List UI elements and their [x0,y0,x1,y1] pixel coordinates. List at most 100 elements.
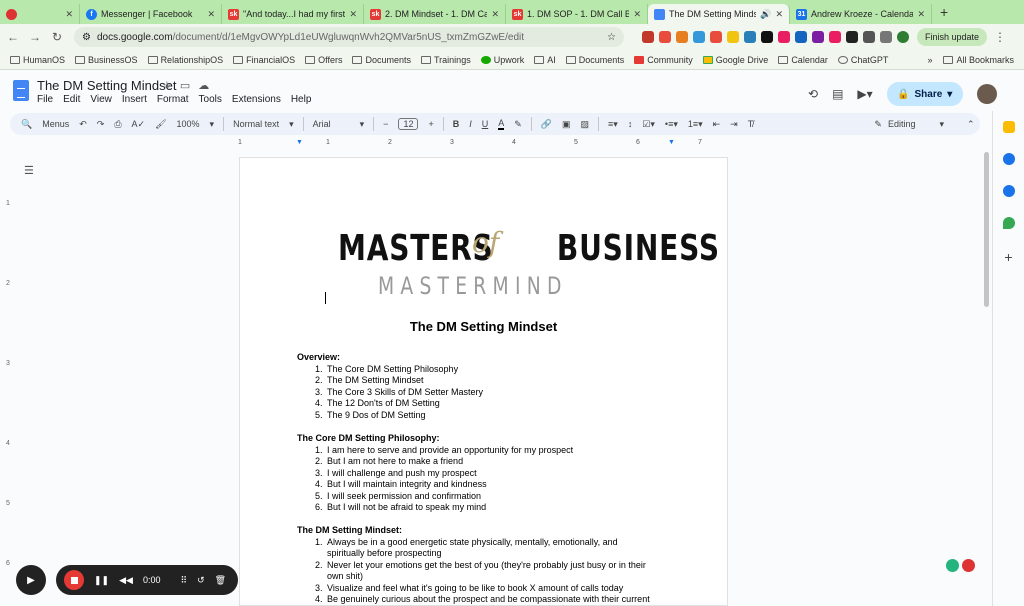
back-icon[interactable]: ← [4,30,22,44]
numbered-list-icon[interactable]: 1≡▾ [688,119,703,130]
tab-0[interactable]: ✕ [0,4,80,24]
extension-icon[interactable] [676,31,688,43]
extension-icon[interactable] [693,31,705,43]
grid-icon[interactable]: ⠿ [180,575,187,586]
keep-icon[interactable] [1002,121,1015,133]
close-icon[interactable]: ✕ [491,9,499,20]
avatar[interactable] [976,84,997,104]
redo-icon[interactable]: ↷ [97,119,105,130]
spellcheck-icon[interactable]: A✓ [132,119,146,130]
bookmark-item[interactable]: FinancialOS [233,55,295,65]
extension-badge-icon[interactable] [962,559,975,572]
close-icon[interactable]: ✕ [349,9,357,20]
extension-icon[interactable] [761,31,773,43]
paint-format-icon[interactable]: 🖌 [155,119,166,130]
star-icon[interactable]: ☆ [162,79,172,92]
bookmark-item[interactable]: RelationshipOS [147,55,223,65]
indent-marker-icon[interactable]: ▼ [296,139,303,146]
address-input[interactable]: ⚙ docs.google.com/document/d/1eMgvOWYpLd… [74,27,624,47]
bookmark-item[interactable]: Upwork [480,55,524,65]
new-tab-button[interactable]: + [932,4,956,20]
checklist-icon[interactable]: ☑▾ [642,119,655,130]
chevron-down-icon[interactable]: ▾ [289,119,294,130]
tasks-icon[interactable] [1002,153,1015,165]
bookmark-item[interactable]: Trainings [421,55,471,65]
increase-font-icon[interactable]: + [428,119,433,129]
underline-icon[interactable]: U [482,119,489,129]
trash-icon[interactable]: 🗑 [215,575,226,586]
downloads-icon[interactable] [880,31,892,43]
bookmark-item[interactable]: ChatGPT [837,55,888,65]
stop-recording-button[interactable] [64,570,84,590]
bookmark-item[interactable]: Google Drive [702,55,768,65]
meet-icon[interactable]: ▶▾ [857,87,872,101]
menu-format[interactable]: Format [157,94,189,105]
bookmark-item[interactable]: Offers [305,55,342,65]
zoom-select[interactable]: 100% [177,119,200,129]
comments-icon[interactable]: ▤ [832,87,843,101]
restart-icon[interactable]: ↺ [197,575,205,586]
history-icon[interactable]: ⟲ [808,87,818,101]
decrease-font-icon[interactable]: − [383,119,388,129]
bullet-list-icon[interactable]: •≡▾ [665,119,678,130]
menus-search[interactable]: Menus [42,119,69,129]
font-size-input[interactable]: 12 [398,118,419,130]
menu-help[interactable]: Help [291,94,312,105]
clear-format-icon[interactable]: T̸ [748,119,754,129]
menu-extensions[interactable]: Extensions [232,94,281,105]
menu-icon[interactable]: ⋮ [991,30,1009,44]
menu-insert[interactable]: Insert [122,94,147,105]
bookmark-item[interactable]: Documents [565,55,624,65]
link-icon[interactable]: 🔗 [541,119,552,130]
close-icon[interactable]: ✕ [775,9,783,20]
profile-icon[interactable] [897,31,909,43]
style-select[interactable]: Normal text [233,119,279,129]
site-info-icon[interactable]: ⚙ [82,32,91,43]
tab-1[interactable]: f Messenger | Facebook ✕ [80,4,222,24]
font-select[interactable]: Arial [313,119,331,129]
tab-5[interactable]: The DM Setting Mindset 🔊 ✕ [648,4,790,24]
cloud-saved-icon[interactable]: ☁ [198,79,209,92]
rewind-icon[interactable]: ◀◀ [119,575,133,586]
right-indent-marker-icon[interactable]: ▼ [668,139,675,146]
italic-icon[interactable]: I [469,119,472,129]
chevron-down-icon[interactable]: ▾ [210,119,215,130]
chevron-down-icon[interactable]: ▾ [947,89,952,100]
menu-view[interactable]: View [90,94,112,105]
tab-6[interactable]: 31 Andrew Kroeze - Calendar - V ✕ [790,4,932,24]
close-icon[interactable]: ✕ [207,9,215,20]
comment-icon[interactable]: ▣ [562,119,571,130]
maps-icon[interactable] [1002,217,1015,229]
extension-icon[interactable] [642,31,654,43]
extension-badge-icon[interactable] [946,559,959,572]
tab-2[interactable]: sk "And today...I had my first ev ✕ [222,4,364,24]
bookmark-item[interactable]: HumanOS [10,55,65,65]
extensions-puzzle-icon[interactable] [863,31,875,43]
bookmark-item[interactable]: AI [534,55,556,65]
tab-3[interactable]: sk 2. DM Mindset - 1. DM Call B ✕ [364,4,506,24]
close-icon[interactable]: ✕ [633,9,641,20]
bookmark-item[interactable]: Calendar [778,55,828,65]
align-icon[interactable]: ≡▾ [608,119,618,130]
reload-icon[interactable]: ↻ [48,30,66,44]
google-docs-icon[interactable] [13,80,29,101]
bookmark-item[interactable]: Community [634,55,693,65]
extension-icon[interactable] [710,31,722,43]
add-addon-icon[interactable]: + [993,249,1024,265]
menu-tools[interactable]: Tools [199,94,222,105]
menu-file[interactable]: File [37,94,53,105]
move-folder-icon[interactable]: ▭ [180,79,190,92]
editing-mode-select[interactable]: ✎ Editing ▾ [874,119,944,130]
undo-icon[interactable]: ↶ [79,119,87,130]
indent-increase-icon[interactable]: ⇥ [730,119,738,130]
line-spacing-icon[interactable]: ↕ [628,119,633,129]
forward-icon[interactable]: → [26,30,44,44]
document-outline-icon[interactable]: ☰ [24,164,34,177]
bookmark-star-icon[interactable]: ☆ [607,32,616,43]
highlight-icon[interactable]: ✎ [514,119,522,130]
bookmark-item[interactable]: BusinessOS [75,55,138,65]
close-icon[interactable]: ✕ [917,9,925,20]
search-menus-icon[interactable]: 🔍 [21,119,32,130]
extension-icon[interactable] [659,31,671,43]
contacts-icon[interactable] [1002,185,1015,197]
